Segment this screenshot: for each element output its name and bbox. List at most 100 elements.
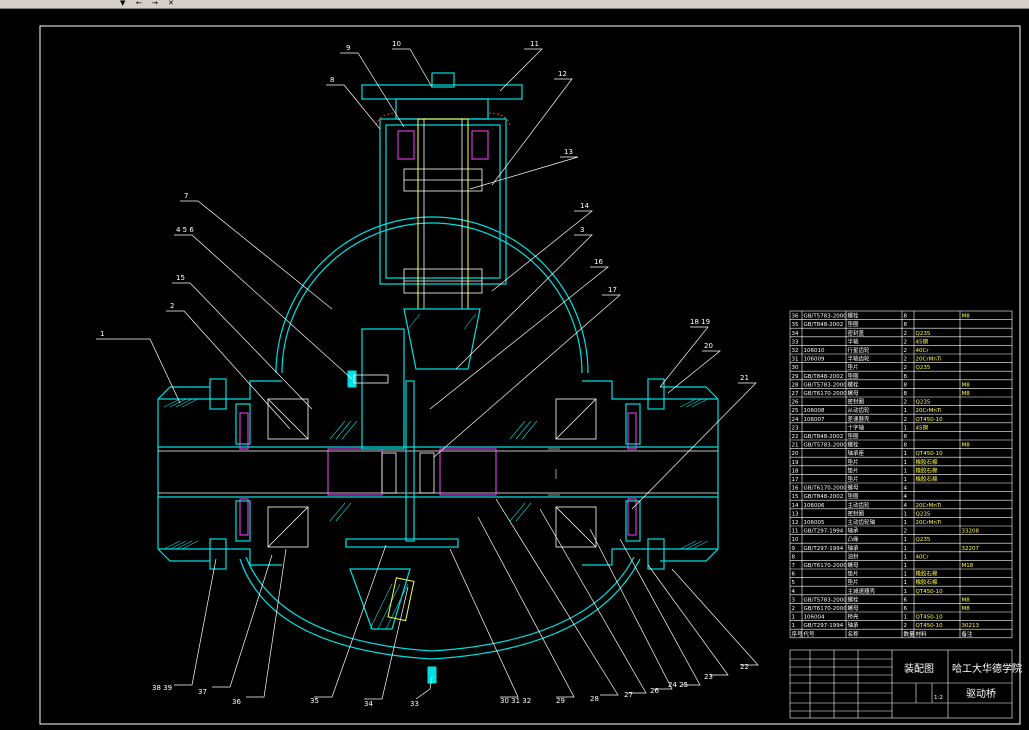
callout-8: 8 [330, 76, 334, 84]
parts-cell-qty: 8 [904, 391, 908, 397]
school-name: 哈工大华德学院 [952, 662, 1022, 675]
parts-cell-qty: 1 [904, 589, 908, 595]
axle-housing [157, 216, 719, 660]
parts-cell-material: 橡胶石棉 [916, 475, 939, 483]
parts-cell-qty: 8 [904, 314, 908, 320]
parts-cell-qty: 8 [904, 443, 908, 449]
parts-cell-no: 13 [792, 511, 799, 517]
callout-26: 26 [650, 687, 659, 695]
parts-cell-qty: 2 [904, 348, 908, 354]
parts-cell-note: M8 [962, 443, 971, 449]
parts-cell-no: 2 [792, 606, 796, 612]
parts-cell-qty: 2 [904, 331, 908, 337]
parts-cell-name: 垫圈 [848, 372, 860, 380]
callout-21: 21 [740, 374, 749, 382]
parts-cell-qty: 1 [904, 511, 908, 517]
parts-cell-code: GB/T297-1994 [804, 546, 844, 552]
parts-cell-name: 轴承座 [848, 449, 865, 457]
parts-cell-qty: 2 [904, 357, 908, 363]
forward-icon[interactable]: → [150, 0, 160, 7]
parts-cell-material: 45钢 [916, 337, 929, 345]
pinion-housing [361, 72, 523, 370]
parts-cell-qty: 4 [904, 494, 908, 500]
close-icon[interactable]: ✕ [166, 0, 176, 7]
parts-cell-note: M8 [962, 314, 971, 320]
parts-cell-material: QT450-10 [916, 615, 944, 621]
callout-16: 16 [594, 258, 603, 266]
parts-cell-code: 106010 [804, 348, 825, 354]
parts-cell-note: M8 [962, 382, 971, 388]
callout-3: 15 [176, 274, 185, 282]
parts-cell-qty: 2 [904, 623, 908, 629]
app-toolbar: ▼ ← → ✕ [0, 0, 1029, 9]
parts-cell-no: 30 [792, 365, 799, 371]
parts-cell-name: 密封圈 [848, 509, 865, 517]
callout-14: 14 [580, 202, 589, 210]
callout-18-19: 18 19 [690, 318, 710, 326]
parts-cell-qty: 1 [904, 580, 908, 586]
callout-37: 37 [198, 688, 207, 696]
parts-cell-note: 30213 [962, 623, 980, 629]
parts-cell-name: 垫片 [848, 458, 859, 466]
parts-cell-name: 螺栓 [848, 595, 860, 603]
parts-cell-no: 28 [792, 382, 799, 388]
parts-cell-no: 34 [792, 331, 799, 337]
parts-cell-qty: 1 [904, 451, 908, 457]
callout-10: 10 [392, 40, 401, 48]
parts-cell-qty: 8 [904, 434, 908, 440]
parts-cell-qty: 1 [904, 460, 908, 466]
callout-23: 23 [704, 673, 713, 681]
back-icon[interactable]: ← [134, 0, 144, 7]
parts-cell-material: Q235 [916, 365, 931, 371]
parts-cell-material: Q235 [916, 511, 931, 517]
parts-cell-code: GB/T6170-2000 [804, 391, 848, 397]
differential [327, 328, 560, 684]
parts-cell-no: 24 [792, 417, 799, 423]
parts-cell-qty: 2 [904, 529, 908, 535]
parts-cell-material: 橡胶石棉 [916, 578, 939, 586]
parts-cell-material: QT450-10 [916, 589, 944, 595]
callout-1: 1 [100, 330, 104, 338]
parts-cell-code: GB/T5783-2000 [804, 597, 848, 603]
parts-cell-note: M18 [962, 563, 974, 569]
callout-35: 35 [310, 697, 319, 705]
parts-cell-no: 19 [792, 460, 799, 466]
parts-cell-qty: 6 [904, 606, 908, 612]
parts-cell-name: 螺母 [848, 561, 860, 569]
parts-cell-note: 33208 [962, 529, 980, 535]
parts-cell-no: 29 [792, 374, 799, 380]
parts-cell-no: 1 [792, 615, 796, 621]
parts-cell-name: 密封盖 [848, 329, 865, 337]
side-bearings [239, 398, 637, 548]
parts-cell-qty: 1 [904, 537, 908, 543]
parts-cell-code: GB/T297-1994 [804, 623, 844, 629]
parts-cell-name: 主动齿轮 [848, 501, 871, 509]
parts-cell-code: GB/T848-2002 [804, 322, 844, 328]
callout-7: 7 [184, 192, 188, 200]
callout-28: 28 [590, 695, 599, 703]
parts-cell-no: 12 [792, 520, 799, 526]
parts-cell-material: Q235 [916, 331, 931, 337]
parts-cell-qty: 1 [904, 554, 908, 560]
parts-cell-no: 35 [792, 322, 799, 328]
parts-cell-material: 橡胶石棉 [916, 466, 939, 474]
parts-cell-material: 45钢 [916, 423, 929, 431]
cad-drawing-canvas[interactable]: 9 10 11 8 12 13 7 4 5 6 14 15 3 16 17 2 … [0, 9, 1029, 730]
parts-cell-name: 垫圈 [848, 320, 860, 328]
callout-38-39: 38 39 [152, 684, 172, 692]
parts-cell-qty: 1 [904, 468, 908, 474]
parts-cell-no: 27 [792, 391, 799, 397]
parts-cell-no: 31 [792, 357, 799, 363]
parts-header-no: 序号 [792, 630, 804, 638]
parts-cell-code: GB/T5783-2000 [804, 382, 848, 388]
parts-cell-qty: 4 [904, 503, 908, 509]
parts-cell-qty: 2 [904, 417, 908, 423]
dropdown-icon[interactable]: ▼ [118, 0, 127, 7]
callout-2: 2 [170, 302, 174, 310]
parts-cell-code: GB/T848-2002 [804, 374, 844, 380]
parts-cell-material: 20CrMnTi [916, 408, 943, 414]
title-block: 装配图 哈工大华德学院 驱动桥 1:2 [789, 649, 1022, 719]
parts-cell-no: 9 [792, 546, 796, 552]
parts-list-table: 36 GB/T5783-2000 螺栓 8 M835 GB/T848-2002 垫圈 834 密… [789, 310, 1013, 639]
parts-cell-qty: 6 [904, 597, 908, 603]
